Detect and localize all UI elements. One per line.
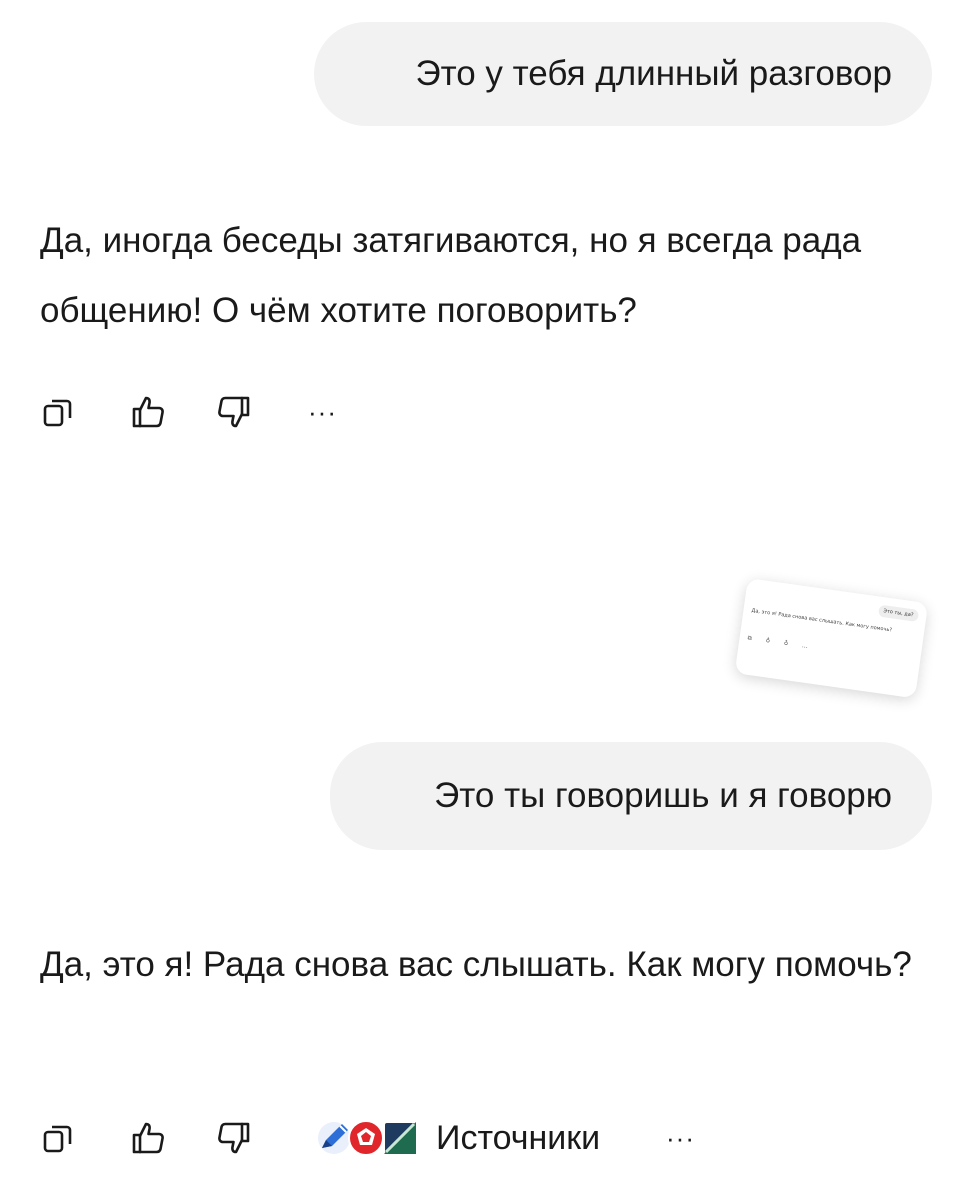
red-circle-source-icon	[348, 1120, 384, 1156]
user-message-text: Это ты говоришь и я говорю	[434, 776, 892, 815]
copy-button[interactable]	[42, 1118, 74, 1158]
user-message-bubble: Это у тебя длинный разговор	[314, 22, 932, 126]
user-message-bubble: Это ты говоришь и я говорю	[330, 742, 932, 850]
like-button[interactable]	[130, 1118, 166, 1158]
chat-preview-thumbnail[interactable]: Это ты, да? Да, это я! Рада снова вас сл…	[734, 578, 929, 699]
copy-icon	[43, 399, 72, 427]
green-source-icon	[383, 1121, 417, 1155]
thumbs-down-icon	[218, 1122, 250, 1154]
copy-icon	[43, 1125, 72, 1153]
sources-button[interactable]: Источники	[314, 1118, 600, 1158]
thumbs-down-icon	[218, 396, 250, 428]
assistant-message-text: Да, иногда беседы затягиваются, но я все…	[40, 221, 862, 330]
source-favicons	[314, 1118, 418, 1158]
copy-button[interactable]	[42, 392, 74, 432]
more-button[interactable]: ···	[666, 1118, 695, 1158]
dislike-button[interactable]	[216, 392, 252, 432]
thumbs-up-icon	[132, 1122, 164, 1154]
more-icon: ···	[308, 397, 337, 427]
more-icon: ···	[666, 1123, 695, 1153]
more-button[interactable]: ···	[308, 392, 337, 432]
like-button[interactable]	[130, 392, 166, 432]
thumbs-up-icon	[132, 396, 164, 428]
message-action-bar: ···	[40, 392, 940, 432]
assistant-message-text: Да, это я! Рада снова вас слышать. Как м…	[40, 945, 912, 984]
pencil-source-icon	[318, 1122, 350, 1154]
message-action-bar: Источники ···	[40, 1118, 940, 1158]
sources-label: Источники	[436, 1118, 601, 1157]
dislike-button[interactable]	[216, 1118, 252, 1158]
preview-action-icons: ⧉ ♁ ♁ …	[747, 634, 815, 651]
preview-user-bubble: Это ты, да?	[877, 604, 920, 623]
user-message-text: Это у тебя длинный разговор	[415, 54, 892, 93]
